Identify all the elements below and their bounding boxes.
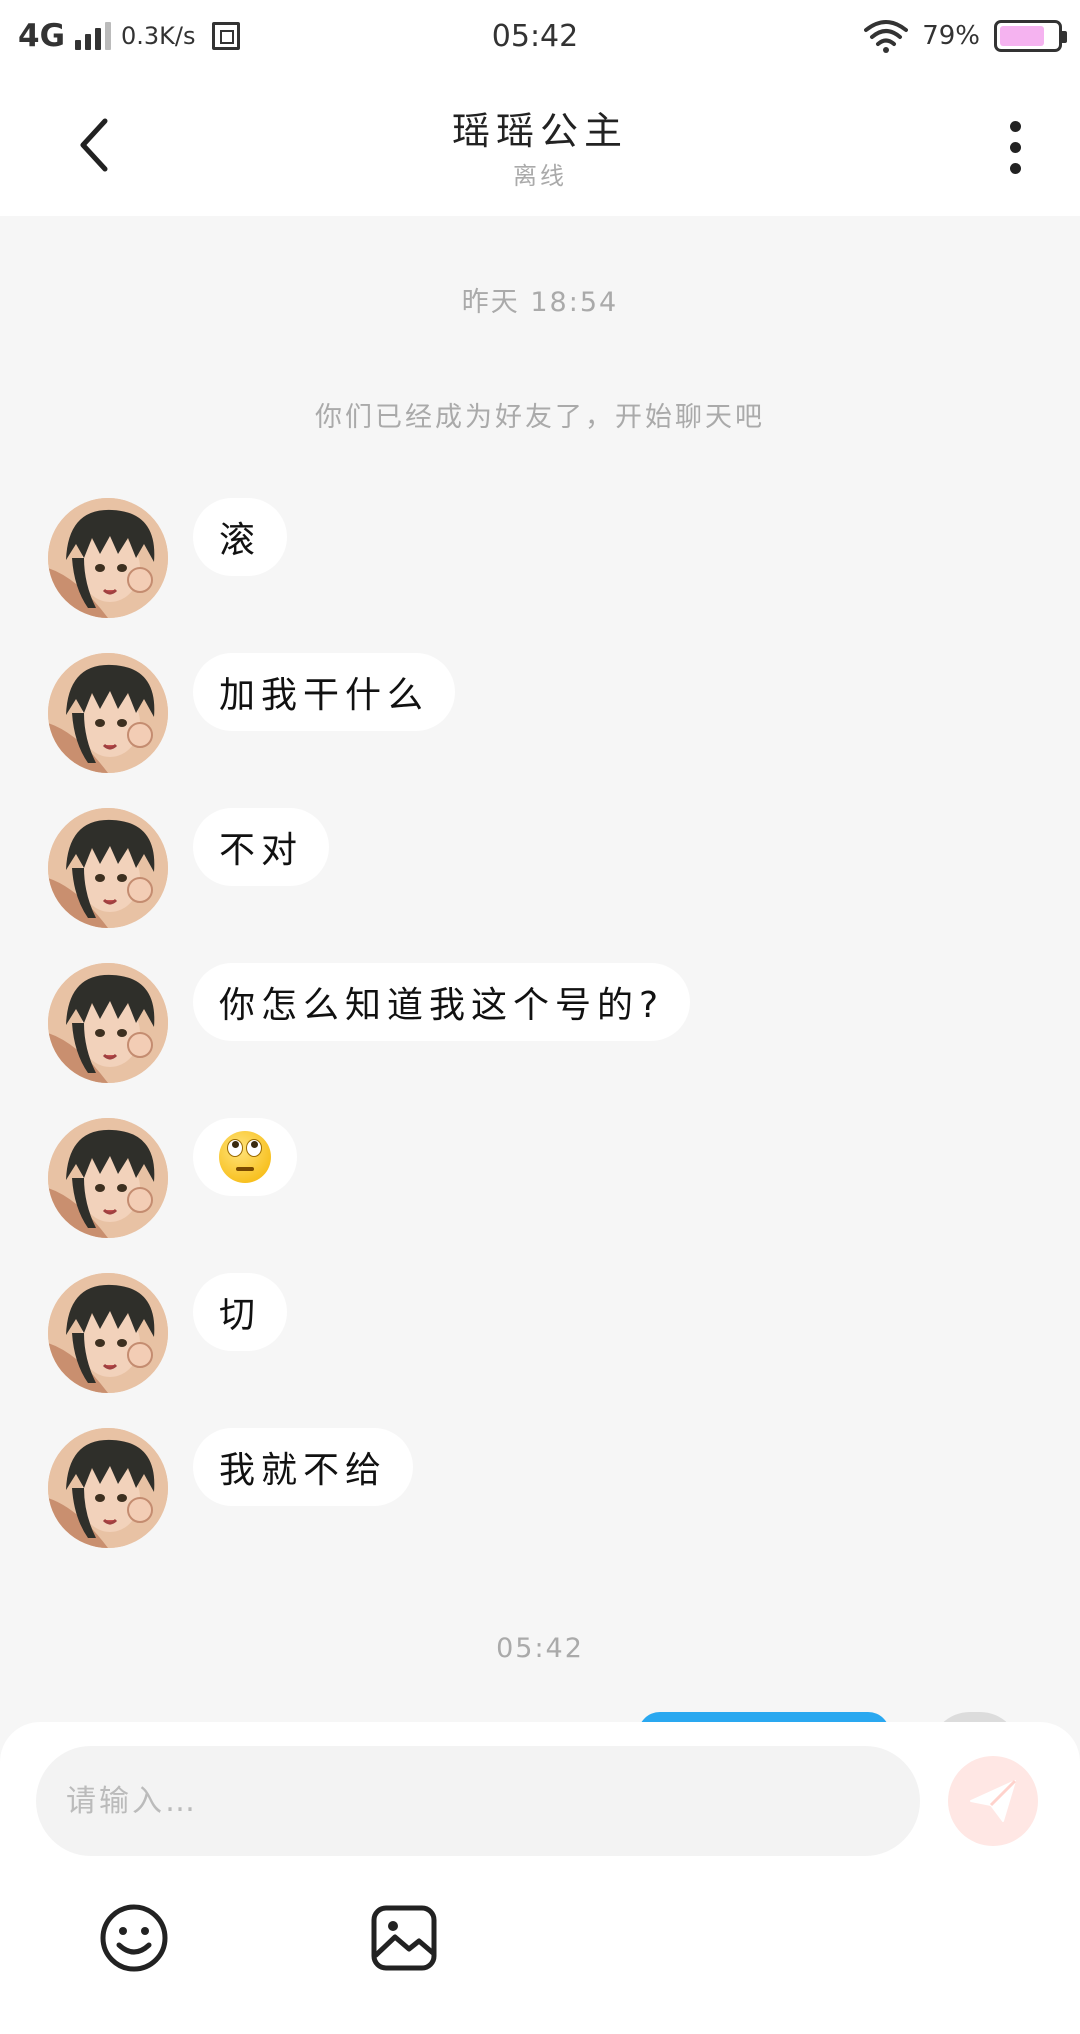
message-bubble[interactable] [193, 1118, 297, 1196]
composer-panel [0, 1722, 1080, 2034]
signal-icon [75, 22, 112, 50]
message-input[interactable] [36, 1746, 920, 1856]
contact-status: 离线 [513, 162, 567, 190]
notification-icon [211, 22, 240, 50]
image-icon [371, 1905, 437, 1971]
contact-avatar[interactable] [48, 653, 168, 773]
contact-avatar[interactable] [48, 498, 168, 618]
message-bubble[interactable]: 我就不给 [193, 1428, 414, 1506]
network-type: 4G [18, 18, 66, 54]
face-with-rolling-eyes-icon [219, 1131, 271, 1183]
message-bubble[interactable]: 滚 [193, 498, 288, 576]
smiley-icon [100, 1904, 168, 1972]
more-vertical-icon [1009, 120, 1021, 132]
message-bubble[interactable]: 你怎么知道我这个号的? [193, 963, 691, 1041]
network-speed: 0.3K/s [121, 22, 196, 50]
contact-name: 瑶瑶公主 [451, 109, 628, 153]
emoji-button[interactable] [98, 1902, 170, 1974]
message-text: 加我干什么 [219, 675, 430, 716]
send-icon [970, 1779, 1017, 1822]
contact-avatar[interactable] [48, 963, 168, 1083]
message-text: 切 [219, 1295, 262, 1336]
more-dot [1009, 141, 1021, 153]
clock: 05:42 [491, 18, 579, 54]
more-button[interactable] [990, 112, 1040, 182]
contact-avatar[interactable] [48, 1273, 168, 1393]
image-button[interactable] [368, 1902, 440, 1974]
message-text: 不对 [219, 830, 304, 871]
contact-avatar[interactable] [48, 808, 168, 928]
battery-icon [994, 20, 1067, 52]
more-dot [1009, 162, 1021, 174]
message-text: 你怎么知道我这个号的? [219, 985, 665, 1026]
message-bubble[interactable]: 切 [193, 1273, 288, 1351]
status-bar: 4G 0.3K/s 05:42 79% [0, 0, 1080, 72]
message-bubble[interactable]: 加我干什么 [193, 653, 456, 731]
send-button[interactable] [948, 1756, 1038, 1846]
message-bubble[interactable]: 不对 [193, 808, 330, 886]
wifi-icon [864, 20, 909, 53]
message-text: 滚 [219, 520, 262, 561]
timestamp: 05:42 [496, 1633, 584, 1664]
system-message: 你们已经成为好友了，开始聊天吧 [315, 402, 765, 433]
battery-percent: 79% [922, 21, 980, 51]
timestamp: 昨天 18:54 [461, 287, 619, 318]
status-right: 79% [702, 19, 1067, 53]
chat-header: 瑶瑶公主 离线 [0, 72, 1080, 216]
contact-avatar[interactable] [48, 1428, 168, 1548]
contact-avatar[interactable] [48, 1118, 168, 1238]
status-left: 4G 0.3K/s [18, 18, 378, 54]
battery-fill [1000, 26, 1045, 46]
message-text: 我就不给 [219, 1450, 388, 1491]
